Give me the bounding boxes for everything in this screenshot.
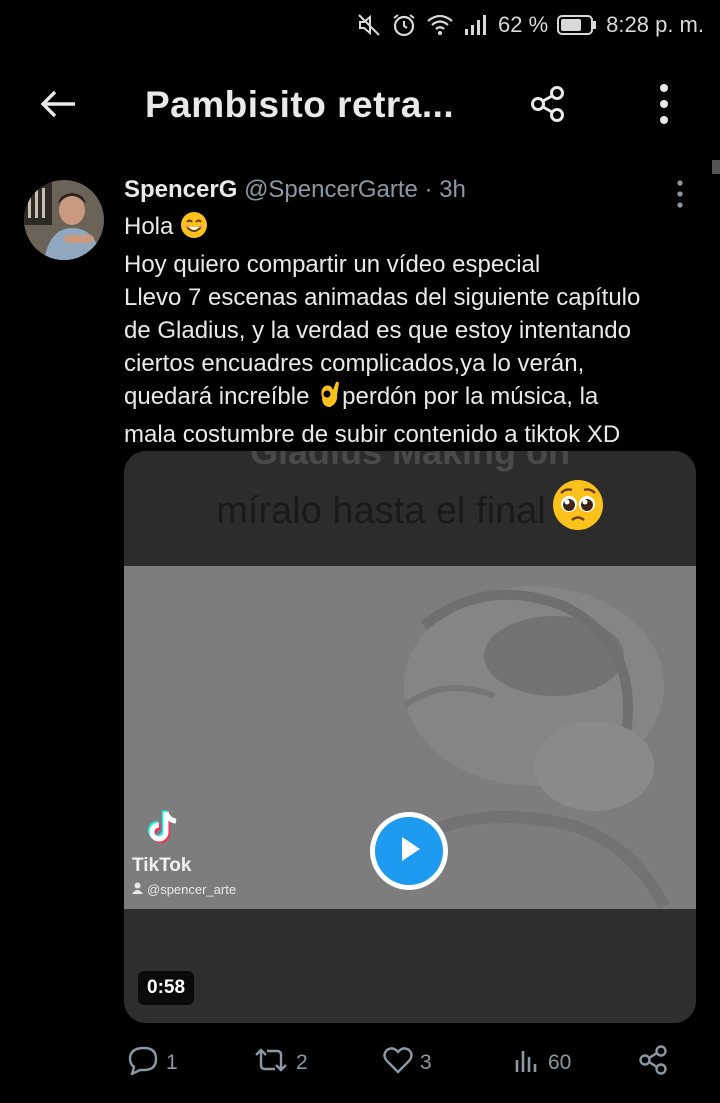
- partial-caption-text: Gladius Making on: [249, 451, 571, 472]
- views-button[interactable]: 60: [512, 1040, 571, 1086]
- alarm-icon: [391, 12, 417, 38]
- reply-icon: [128, 1045, 160, 1081]
- wifi-icon: [426, 13, 454, 37]
- more-options-button[interactable]: [642, 82, 686, 130]
- video-duration: 0:58: [138, 971, 195, 1005]
- tiktok-brand: TikTok: [132, 855, 192, 876]
- views-count: 60: [548, 1051, 572, 1074]
- tweet-actions: 1 2 3 60: [124, 1040, 696, 1086]
- retweet-count: 2: [296, 1051, 308, 1074]
- battery-percent: 62 %: [498, 12, 549, 37]
- play-button[interactable]: [370, 812, 448, 890]
- video-caption: míralo hasta el final: [124, 479, 696, 541]
- status-bar: 62 % 8:28 p. m.: [0, 0, 720, 50]
- share-icon: [528, 84, 568, 129]
- status-icons: 62 % 8:28 p. m.: [356, 8, 704, 42]
- battery-icon: [557, 14, 597, 36]
- tweet-line: Hola: [124, 210, 704, 248]
- retweet-button[interactable]: 2: [252, 1040, 308, 1086]
- back-arrow-icon: [39, 89, 77, 124]
- tweet-line: Llevo 7 escenas animadas del siguiente c…: [124, 284, 641, 311]
- tweet-line: ciertos encuadres complicados,ya lo verá…: [124, 350, 585, 377]
- scroll-indicator[interactable]: [712, 160, 720, 174]
- author-name[interactable]: SpencerG: [124, 176, 237, 203]
- tweet-line: de Gladius, y la verdad es que estoy int…: [124, 317, 631, 344]
- tweet-header: SpencerG @SpencerGarte · 3h: [124, 176, 466, 204]
- reply-count: 1: [166, 1051, 178, 1074]
- user-icon: [132, 882, 143, 897]
- clock: 8:28 p. m.: [606, 12, 704, 37]
- share-icon: [636, 1043, 670, 1083]
- more-vertical-icon: [659, 83, 669, 129]
- separator-dot: ·: [424, 176, 433, 203]
- tweet-line: Hoy quiero compartir un vídeo especial: [124, 251, 541, 278]
- play-icon: [394, 833, 424, 870]
- heart-icon: [382, 1045, 414, 1081]
- share-tweet-button[interactable]: [636, 1040, 670, 1086]
- video-frame: TikTok @spencer_arte: [124, 566, 696, 909]
- page-title: Pambisito retra...: [145, 84, 455, 125]
- smiling-face-emoji: [180, 211, 208, 248]
- video-player[interactable]: Gladius Making on míralo hasta el final …: [124, 451, 696, 1023]
- ok-hand-emoji: [316, 381, 342, 418]
- tiktok-logo-icon: [132, 810, 184, 852]
- tweet-time: 3h: [439, 176, 466, 203]
- mute-icon: [356, 12, 382, 38]
- signal-icon: [463, 13, 489, 37]
- avatar[interactable]: [24, 180, 104, 260]
- author-handle[interactable]: @SpencerGarte: [244, 176, 418, 203]
- retweet-icon: [252, 1045, 290, 1081]
- reply-button[interactable]: 1: [128, 1040, 178, 1086]
- tweet-more-button[interactable]: [664, 179, 696, 213]
- video-bottom-area: [124, 909, 696, 1023]
- more-vertical-icon: [676, 179, 684, 213]
- tiktok-watermark: TikTok @spencer_arte: [132, 808, 236, 897]
- tiktok-username: @spencer_arte: [132, 882, 236, 897]
- share-button[interactable]: [526, 84, 570, 128]
- like-count: 3: [420, 1051, 432, 1074]
- like-button[interactable]: 3: [382, 1040, 432, 1086]
- pleading-face-emoji: [552, 479, 604, 541]
- video-caption-area: Gladius Making on míralo hasta el final: [124, 451, 696, 566]
- back-button[interactable]: [36, 84, 80, 128]
- tweet-text: Hola Hoy quiero compartir un vídeo espec…: [124, 210, 704, 451]
- views-icon: [512, 1045, 542, 1081]
- tweet-line: quedará increíble perdón por la música, …: [124, 380, 704, 418]
- app-bar: Pambisito retra...: [0, 70, 720, 142]
- tweet-line: mala costumbre de subir contenido a tikt…: [124, 421, 621, 448]
